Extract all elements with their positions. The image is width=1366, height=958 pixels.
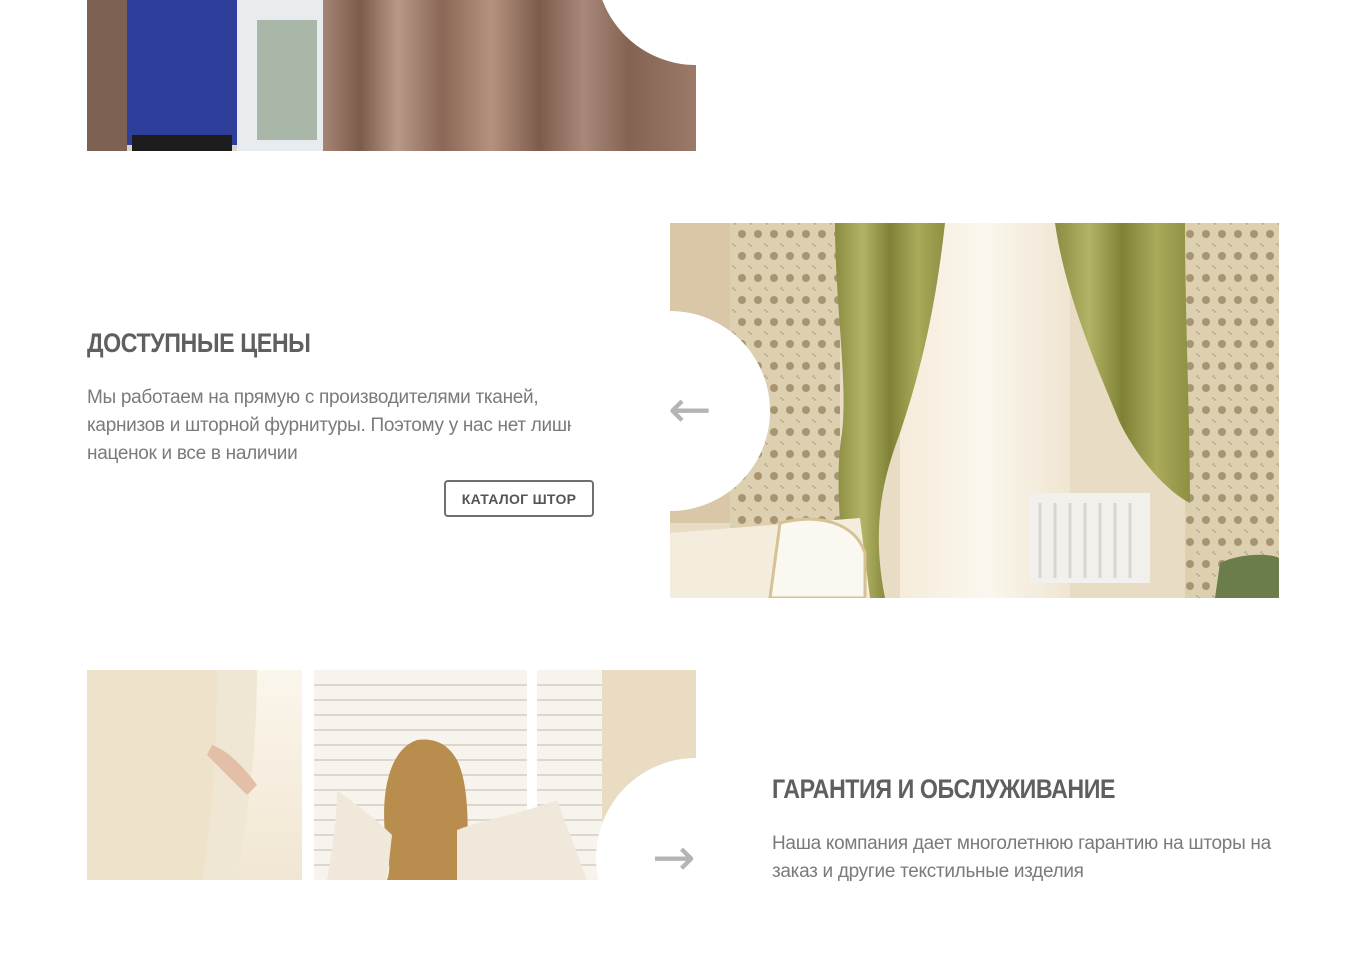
section-title-guarantee: ГАРАНТИЯ И ОБСЛУЖИВАНИЕ bbox=[772, 774, 1116, 804]
section-text-prices: Мы работаем на прямую с производителями … bbox=[87, 387, 597, 464]
photo-edge-circle bbox=[596, 758, 796, 958]
photo-man-curtain bbox=[87, 0, 696, 151]
arrow-left-icon[interactable]: ← bbox=[668, 384, 712, 436]
section-title-prices: ДОСТУПНЫЕ ЦЕНЫ bbox=[87, 328, 311, 358]
catalog-button[interactable]: КАТАЛОГ ШТОР bbox=[444, 480, 594, 517]
arrow-right-icon[interactable]: → bbox=[652, 832, 696, 884]
section-text-guarantee: Наша компания дает многолетнюю гарантию … bbox=[772, 833, 1271, 882]
